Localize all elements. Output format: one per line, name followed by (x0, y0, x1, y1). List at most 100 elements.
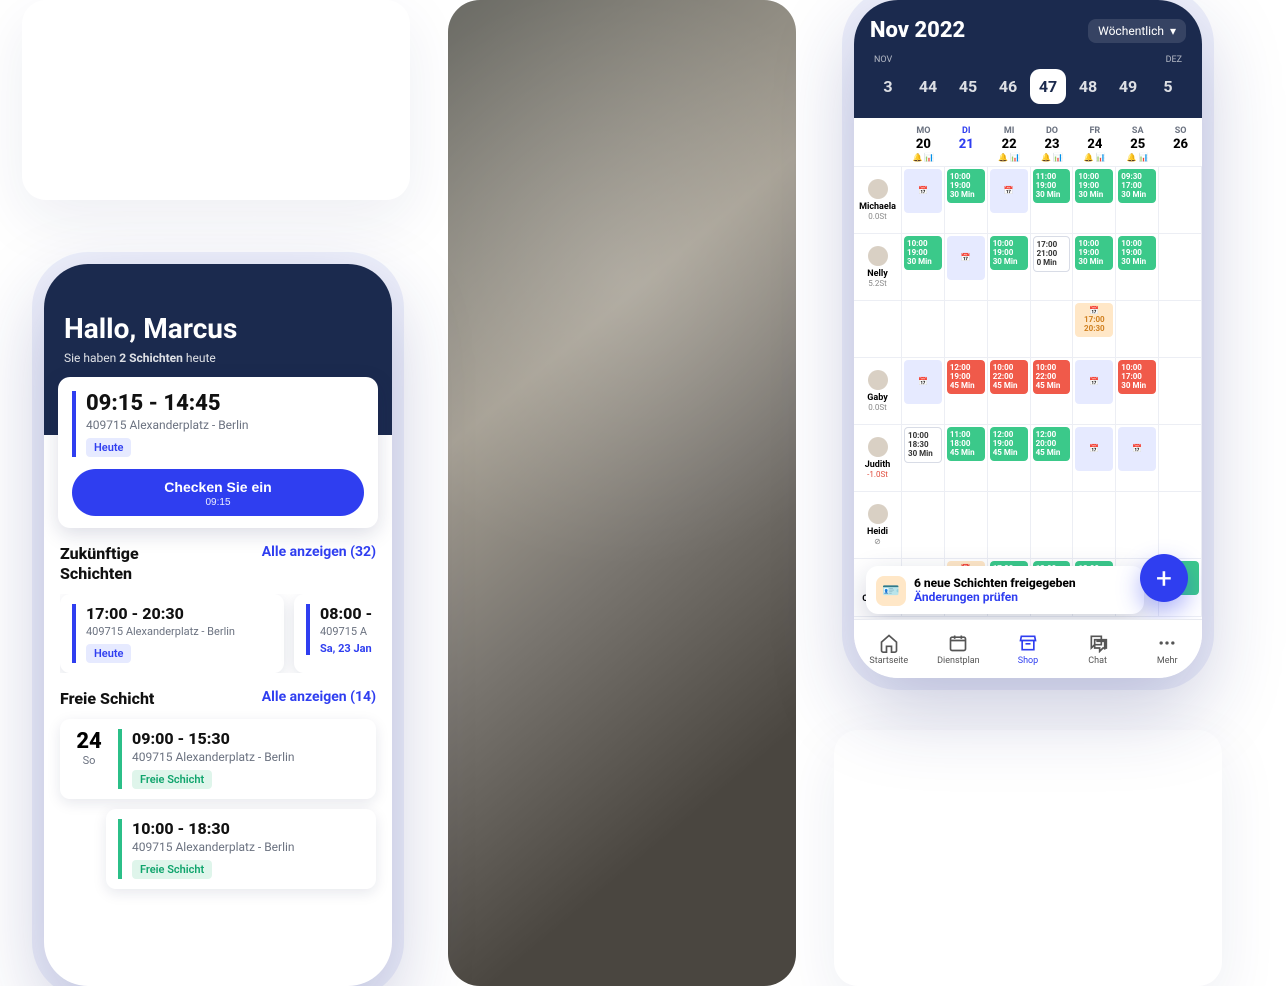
calendar-cell[interactable] (902, 492, 945, 559)
upcoming-shift-card[interactable]: 08:00 -409715 ASa, 23 Jan (294, 594, 376, 673)
shift-block[interactable]: 📅 (904, 360, 942, 404)
calendar-cell[interactable]: 📅 (902, 167, 945, 234)
week-45[interactable]: 45 (950, 69, 986, 104)
shift-block[interactable]: 📅 (1075, 427, 1113, 471)
shift-block[interactable]: 📅 (947, 236, 985, 280)
tab-more[interactable]: Mehr (1132, 620, 1202, 678)
calendar-cell[interactable]: 📅 (1073, 425, 1116, 492)
shift-block[interactable]: 11:0018:0045 Min (947, 427, 985, 461)
calendar-cell[interactable]: 10:0018:3030 Min (902, 425, 945, 492)
view-selector[interactable]: Wöchentlich ▾ (1088, 19, 1186, 43)
week-44[interactable]: 44 (910, 69, 946, 104)
employee-label[interactable]: Michaela0.0St (854, 167, 902, 234)
calendar-cell[interactable]: 10:0019:0030 Min (1116, 234, 1159, 301)
day-header[interactable]: DO23🔔 📊 (1031, 118, 1074, 166)
current-shift-card[interactable]: 09:15 - 14:45 409715 Alexanderplatz - Be… (58, 377, 378, 528)
calendar-cell[interactable] (902, 301, 945, 358)
employee-label[interactable]: Heidi⊘ (854, 492, 902, 559)
calendar-cell[interactable] (988, 492, 1031, 559)
calendar-cell[interactable]: 10:0019:0030 Min (902, 234, 945, 301)
tab-schedule[interactable]: Dienstplan (924, 620, 994, 678)
shift-block[interactable]: 📅 (904, 169, 942, 213)
calendar-cell[interactable]: 📅 (1073, 358, 1116, 425)
employee-label[interactable]: Gaby0.0St (854, 358, 902, 425)
calendar-cell[interactable] (1159, 301, 1202, 358)
shift-block[interactable]: 📅17:0020:30 (1075, 303, 1113, 337)
week-5[interactable]: 5 (1150, 69, 1186, 104)
calendar-cell[interactable]: 📅17:0020:30 (1073, 301, 1116, 358)
calendar-cell[interactable] (1031, 492, 1074, 559)
tab-chat[interactable]: Chat (1063, 620, 1133, 678)
calendar-cell[interactable] (945, 492, 988, 559)
day-header[interactable]: MI22🔔 📊 (988, 118, 1031, 166)
week-47[interactable]: 47 (1030, 69, 1066, 104)
calendar-cell[interactable]: 10:0017:0030 Min (1116, 358, 1159, 425)
shift-block[interactable]: 📅 (990, 169, 1028, 213)
upcoming-show-all[interactable]: Alle anzeigen (32) (262, 544, 376, 560)
shift-block[interactable]: 17:0021:000 Min (1033, 236, 1071, 272)
shift-block[interactable]: 10:0019:0030 Min (904, 236, 942, 270)
calendar-cell[interactable]: 12:0019:0045 Min (945, 358, 988, 425)
shift-block[interactable]: 10:0019:0030 Min (947, 169, 985, 203)
calendar-cell[interactable] (1031, 301, 1074, 358)
calendar-cell[interactable] (1116, 492, 1159, 559)
day-header[interactable]: SA25🔔 📊 (1116, 118, 1159, 166)
calendar-cell[interactable]: 10:0019:0030 Min (988, 234, 1031, 301)
open-shift-card[interactable]: 24 So 09:00 - 15:30 409715 Alexanderplat… (60, 719, 376, 799)
week-49[interactable]: 49 (1110, 69, 1146, 104)
calendar-cell[interactable]: 📅 (945, 234, 988, 301)
calendar-cell[interactable]: 11:0018:0045 Min (945, 425, 988, 492)
shift-block[interactable]: 12:0019:0045 Min (990, 427, 1028, 461)
week-3[interactable]: 3 (870, 69, 906, 104)
toast-action[interactable]: Änderungen prüfen (914, 590, 1132, 604)
shift-block[interactable]: 10:0017:0030 Min (1118, 360, 1156, 394)
shift-block[interactable]: 10:0022:0045 Min (990, 360, 1028, 394)
calendar-cell[interactable] (1159, 234, 1202, 301)
calendar-cell[interactable]: 📅 (902, 358, 945, 425)
shift-block[interactable]: 09:3017:0030 Min (1118, 169, 1156, 203)
calendar-cell[interactable]: 10:0019:0030 Min (1073, 167, 1116, 234)
calendar-cell[interactable]: 12:0020:0045 Min (1031, 425, 1074, 492)
schedule-month-title[interactable]: Nov 2022 (870, 18, 965, 43)
calendar-cell[interactable] (1159, 358, 1202, 425)
calendar-cell[interactable] (1073, 492, 1116, 559)
day-header[interactable]: DI21 (945, 118, 988, 166)
week-46[interactable]: 46 (990, 69, 1026, 104)
shift-block[interactable]: 11:0019:0030 Min (1033, 169, 1071, 203)
calendar-cell[interactable]: 10:0019:0030 Min (1073, 234, 1116, 301)
day-header[interactable]: SO26 (1159, 118, 1202, 166)
new-shifts-toast[interactable]: 🪪 6 neue Schichten freigegeben Änderunge… (866, 566, 1144, 614)
calendar-cell[interactable]: 12:0019:0045 Min (988, 425, 1031, 492)
employee-label[interactable] (854, 301, 902, 358)
calendar-cell[interactable]: 17:0021:000 Min (1031, 234, 1074, 301)
shift-block[interactable]: 12:0020:0045 Min (1033, 427, 1071, 461)
calendar-cell[interactable] (1116, 301, 1159, 358)
calendar-cell[interactable]: 10:0022:0045 Min (1031, 358, 1074, 425)
shift-block[interactable]: 10:0022:0045 Min (1033, 360, 1071, 394)
day-header[interactable]: MO20🔔 📊 (902, 118, 945, 166)
tab-home[interactable]: Startseite (854, 620, 924, 678)
shift-block[interactable]: 12:0019:0045 Min (947, 360, 985, 394)
calendar-cell[interactable]: 11:0019:0030 Min (1031, 167, 1074, 234)
upcoming-shift-card[interactable]: 17:00 - 20:30409715 Alexanderplatz - Ber… (60, 594, 284, 673)
employee-label[interactable]: Nelly5.2St (854, 234, 902, 301)
open-show-all[interactable]: Alle anzeigen (14) (262, 689, 376, 705)
shift-block[interactable]: 📅 (1118, 427, 1156, 471)
calendar-cell[interactable] (1159, 425, 1202, 492)
shift-block[interactable]: 10:0019:0030 Min (1075, 169, 1113, 203)
week-selector[interactable]: 34445464748495 (870, 69, 1186, 104)
shift-block[interactable]: 10:0018:3030 Min (904, 427, 942, 463)
tab-shop[interactable]: Shop (993, 620, 1063, 678)
calendar-cell[interactable] (945, 301, 988, 358)
calendar-cell[interactable] (1159, 492, 1202, 559)
calendar-cell[interactable] (988, 301, 1031, 358)
shift-block[interactable]: 10:0019:0030 Min (1118, 236, 1156, 270)
shift-block[interactable]: 📅 (1075, 360, 1113, 404)
shift-block[interactable]: 10:0019:0030 Min (990, 236, 1028, 270)
open-shift-card[interactable]: 10:00 - 18:30 409715 Alexanderplatz - Be… (106, 809, 376, 889)
shift-block[interactable]: 10:0019:0030 Min (1075, 236, 1113, 270)
calendar-cell[interactable]: 09:3017:0030 Min (1116, 167, 1159, 234)
calendar-cell[interactable]: 10:0022:0045 Min (988, 358, 1031, 425)
week-48[interactable]: 48 (1070, 69, 1106, 104)
calendar-cell[interactable] (1159, 167, 1202, 234)
